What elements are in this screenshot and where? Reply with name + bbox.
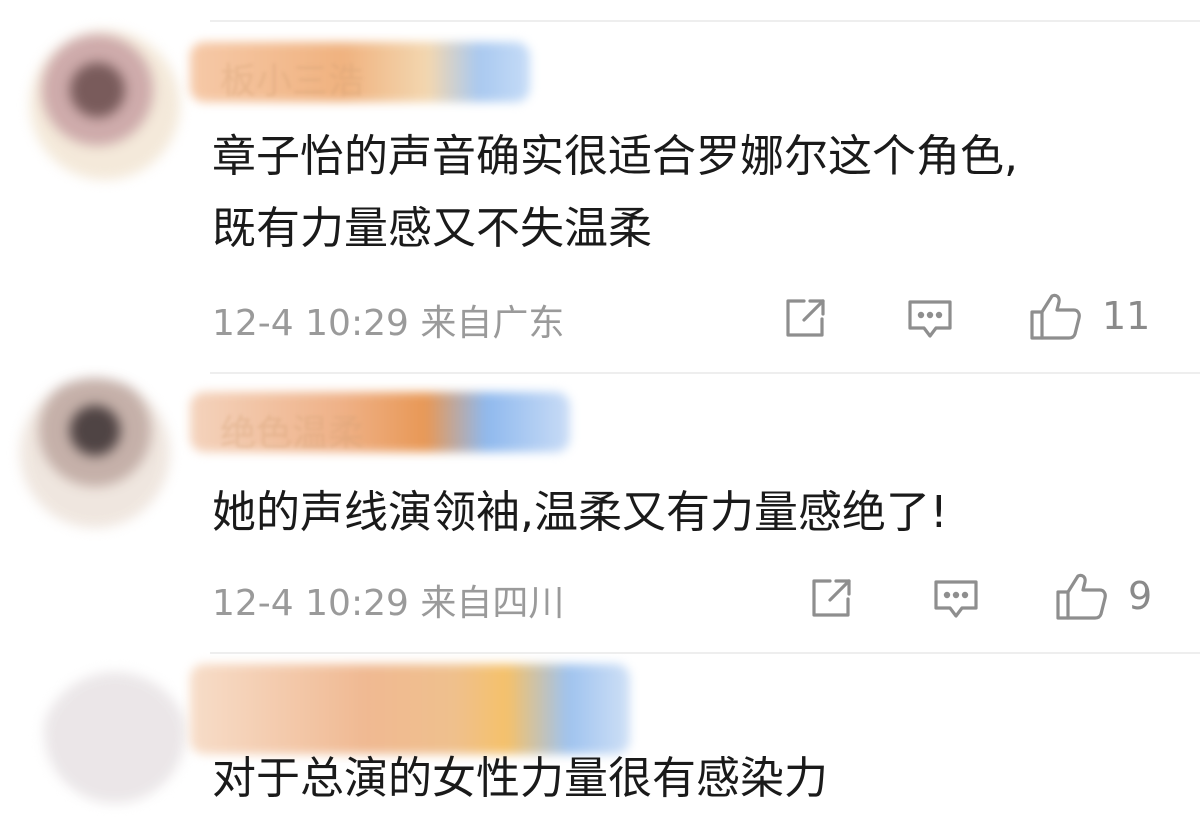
like-count: 11: [1102, 294, 1151, 338]
comment-line-1: 章子怡的声音确实很适合罗娜尔这个角色,: [212, 131, 1018, 182]
share-button[interactable]: [782, 296, 828, 340]
divider-top: [210, 20, 1200, 22]
username-blur: [190, 664, 630, 754]
comment-meta: 12-4 10:29 来自广东: [212, 294, 564, 346]
comment-location: 来自广东: [420, 303, 565, 344]
like-button[interactable]: 9: [1054, 570, 1152, 622]
avatar[interactable]: [40, 672, 190, 822]
comment-line-1: 对于总演的女性力量很有感染力: [212, 753, 828, 804]
username[interactable]: 绝色温柔: [220, 404, 364, 456]
comment-line-2: 既有力量感又不失温柔: [212, 203, 652, 254]
comment-location: 来自四川: [420, 583, 565, 624]
username[interactable]: 板小三浩: [220, 52, 364, 104]
comment-line-1: 她的声线演领袖,温柔又有力量感绝了!: [212, 487, 948, 538]
like-count: 9: [1128, 574, 1153, 618]
comment-icon: [934, 580, 978, 618]
share-icon: [786, 299, 825, 337]
share-button[interactable]: [808, 576, 854, 620]
thumbs-up-icon: [1056, 573, 1107, 620]
share-icon: [812, 579, 851, 617]
avatar[interactable]: [30, 30, 180, 180]
comment-meta: 12-4 10:29 来自四川: [212, 574, 564, 626]
comment-time: 12-4 10:29: [212, 303, 409, 344]
comment-time: 12-4 10:29: [212, 583, 409, 624]
divider-2: [210, 652, 1200, 654]
comment-icon: [908, 300, 952, 338]
thumbs-up-icon: [1030, 293, 1081, 340]
like-button[interactable]: 11: [1028, 290, 1150, 342]
reply-button[interactable]: [906, 298, 954, 342]
reply-button[interactable]: [932, 578, 980, 622]
divider-1: [210, 372, 1200, 374]
avatar[interactable]: [20, 378, 170, 528]
